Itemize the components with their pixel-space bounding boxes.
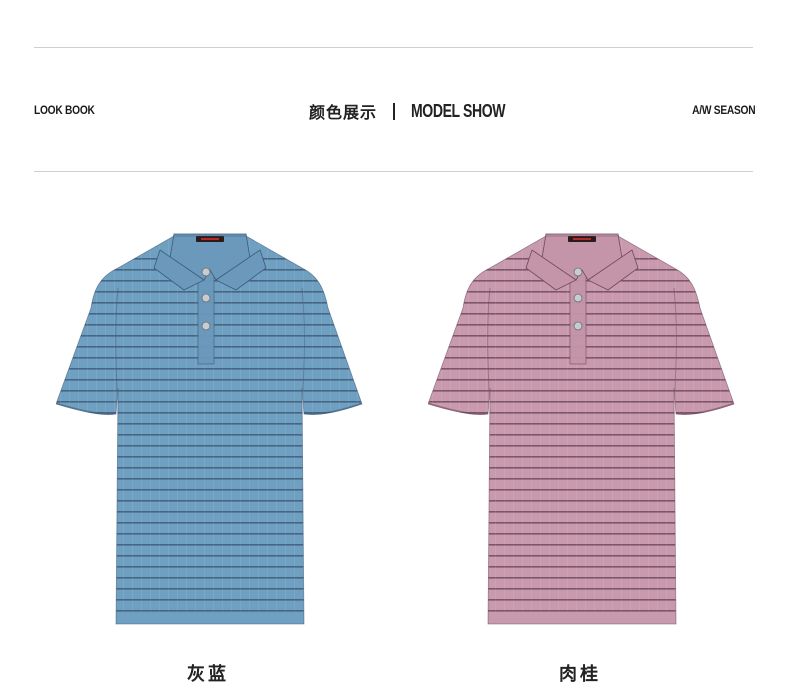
look-book-label: LOOK BOOK (34, 103, 95, 117)
section-title-cn: 颜色展示 (309, 103, 378, 122)
product-card-pink[interactable] (428, 228, 738, 628)
polo-shirt-icon (56, 233, 363, 625)
color-caption-pink: 肉桂 (559, 664, 601, 685)
color-caption-blue: 灰蓝 (187, 664, 229, 685)
section-title: 颜色展示 MODEL SHOW (309, 98, 532, 124)
bottom-divider (34, 171, 753, 172)
title-separator (393, 102, 396, 120)
product-card-blue[interactable] (56, 228, 366, 628)
season-label: A/W SEASON (691, 103, 755, 117)
section-header: LOOK BOOK 颜色展示 MODEL SHOW A/W SEASON (0, 98, 790, 124)
polo-shirt-icon (428, 233, 735, 625)
section-title-en: MODEL SHOW (411, 100, 506, 121)
top-divider (34, 47, 753, 48)
